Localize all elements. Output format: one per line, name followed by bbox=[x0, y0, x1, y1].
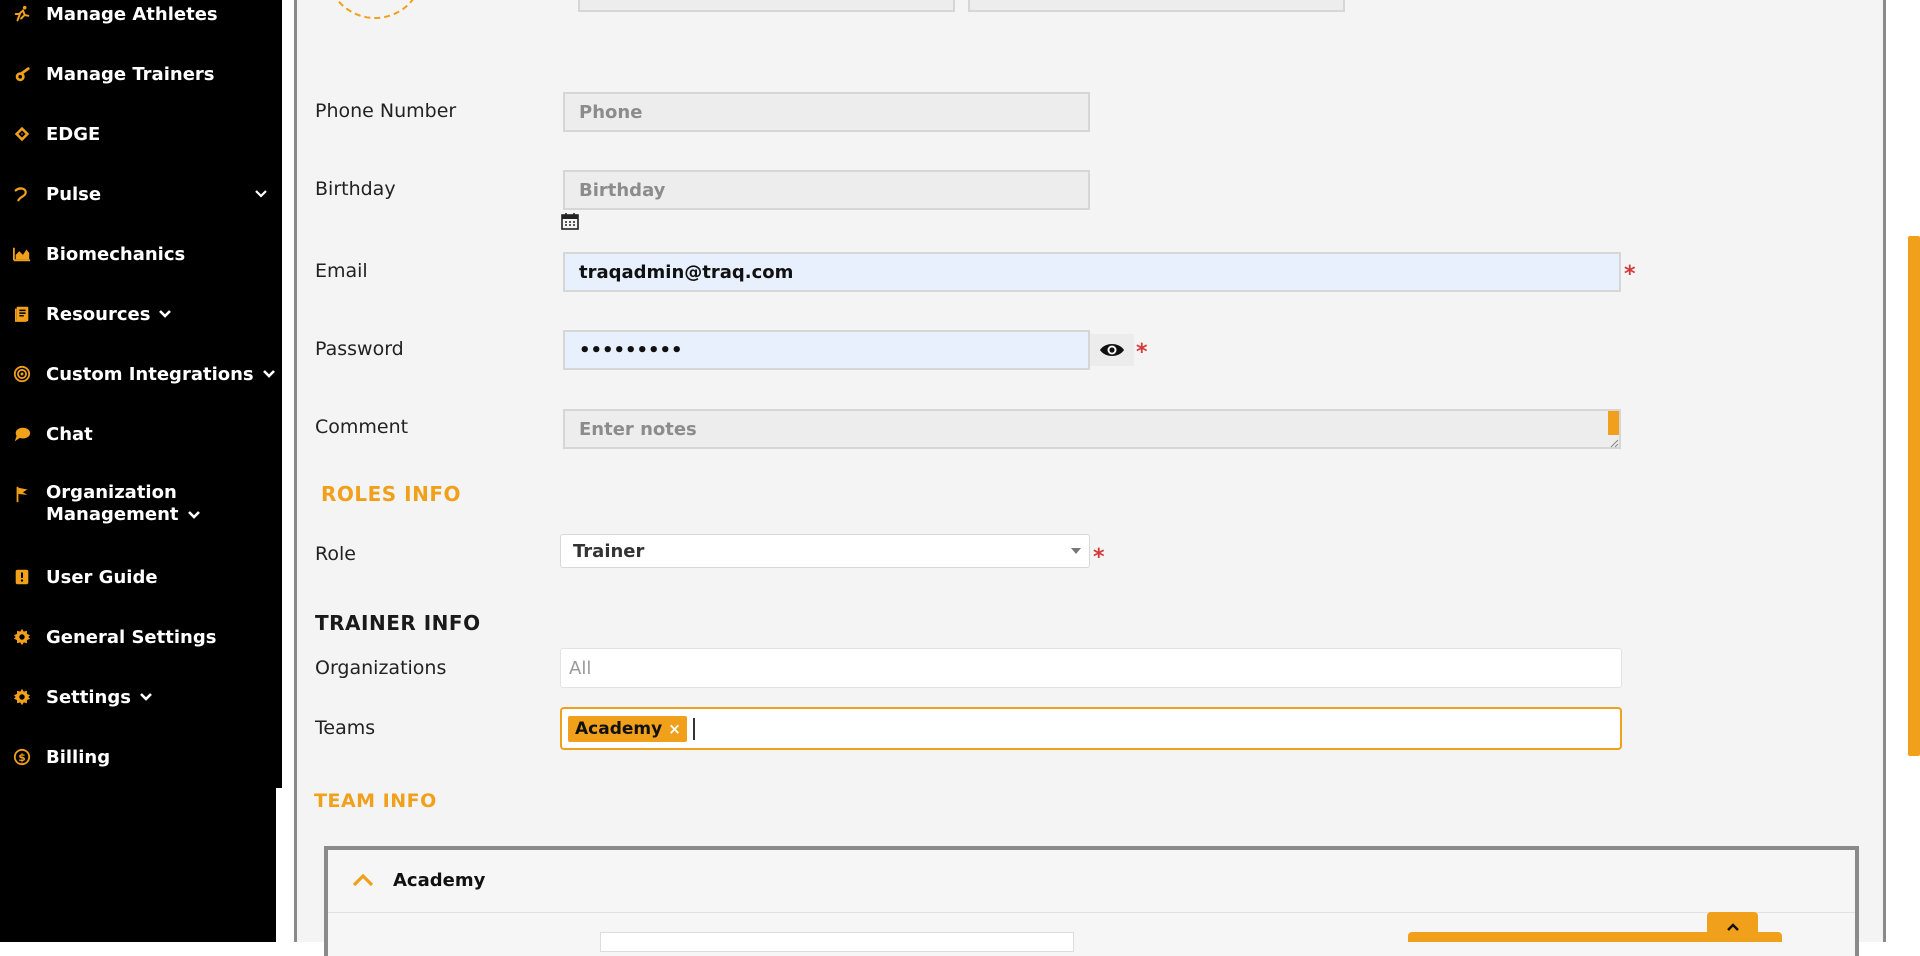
gear-icon bbox=[12, 687, 32, 707]
chevron-down-icon[interactable] bbox=[187, 508, 201, 522]
runner-icon bbox=[12, 4, 32, 24]
first-name-field[interactable] bbox=[578, 0, 955, 12]
organizations-value: All bbox=[569, 657, 592, 679]
password-label: Password bbox=[315, 338, 404, 360]
password-required-mark: * bbox=[1136, 340, 1148, 365]
sidebar-item-label: User Guide bbox=[46, 566, 158, 588]
area-chart-icon bbox=[12, 244, 32, 264]
target-icon bbox=[12, 364, 32, 384]
sidebar-item-pulse[interactable]: Pulse bbox=[0, 180, 282, 208]
organizations-label: Organizations bbox=[315, 657, 447, 679]
sidebar-item-label: Biomechanics bbox=[46, 243, 186, 265]
team-tag-label: Academy bbox=[575, 718, 663, 739]
team-accordion-title[interactable]: Academy bbox=[393, 870, 485, 891]
sidebar-item-label: Resources bbox=[46, 303, 151, 325]
sidebar-item-biomechanics[interactable]: Biomechanics bbox=[0, 240, 282, 268]
team-info-title: TEAM INFO bbox=[314, 790, 437, 812]
back-to-top-button[interactable] bbox=[1707, 912, 1758, 942]
sidebar-item-chat[interactable]: Chat bbox=[0, 420, 282, 448]
sidebar-item-edge[interactable]: EDGE bbox=[0, 120, 282, 148]
sidebar-item-label: Chat bbox=[46, 423, 93, 445]
birthday-input[interactable]: Birthday bbox=[563, 170, 1090, 210]
sidebar-item-label: Billing bbox=[46, 746, 111, 768]
dollar-coin-icon: $ bbox=[12, 747, 32, 767]
sidebar-item-label: Manage Athletes bbox=[46, 3, 218, 25]
teams-label: Teams bbox=[315, 717, 376, 739]
role-select[interactable]: Trainer bbox=[560, 534, 1090, 568]
chevron-down-icon[interactable] bbox=[158, 307, 172, 321]
email-value: traqadmin@traq.com bbox=[579, 261, 794, 283]
chevron-down-icon[interactable] bbox=[262, 367, 276, 381]
pulse-icon bbox=[12, 184, 32, 204]
gear-icon bbox=[12, 627, 32, 647]
sidebar-item-label: Manage Trainers bbox=[46, 63, 215, 85]
phone-placeholder: Phone bbox=[579, 101, 643, 123]
organizations-select[interactable]: All bbox=[560, 648, 1622, 688]
chat-bubble-icon bbox=[12, 424, 32, 444]
sidebar-item-label: Organization bbox=[46, 482, 177, 503]
sidebar-item-label: Settings bbox=[46, 686, 131, 708]
email-label: Email bbox=[315, 260, 368, 282]
sidebar-item-resources[interactable]: Resources bbox=[0, 300, 282, 328]
trainer-info-title: TRAINER INFO bbox=[315, 611, 481, 635]
remove-tag-icon[interactable]: × bbox=[668, 720, 681, 738]
comment-placeholder: Enter notes bbox=[579, 418, 697, 440]
teams-multiselect[interactable]: Academy × bbox=[560, 707, 1622, 750]
sidebar-item-organization-management[interactable]: Organization Management bbox=[0, 482, 282, 532]
birthday-placeholder: Birthday bbox=[579, 179, 666, 201]
guide-book-icon bbox=[12, 567, 32, 587]
password-value: ••••••••• bbox=[579, 339, 683, 361]
sidebar-item-manage-trainers[interactable]: Manage Trainers bbox=[0, 60, 282, 88]
sidebar-item-manage-athletes[interactable]: Manage Athletes bbox=[0, 0, 282, 28]
divider bbox=[328, 912, 1855, 913]
phone-input[interactable]: Phone bbox=[563, 92, 1090, 132]
comment-textarea[interactable]: Enter notes bbox=[563, 409, 1621, 449]
sidebar-item-label: Management bbox=[46, 504, 179, 525]
team-tag: Academy × bbox=[568, 715, 687, 742]
role-selected-value: Trainer bbox=[573, 540, 645, 562]
edge-icon bbox=[12, 124, 32, 144]
last-name-field[interactable] bbox=[968, 0, 1345, 12]
comment-label: Comment bbox=[315, 416, 409, 438]
email-required-mark: * bbox=[1624, 262, 1636, 287]
role-label: Role bbox=[315, 543, 356, 565]
show-password-eye-icon[interactable] bbox=[1090, 334, 1134, 366]
textarea-scrollbar[interactable] bbox=[1608, 411, 1619, 435]
avatar-upload-circle[interactable] bbox=[310, 0, 440, 50]
birthday-label: Birthday bbox=[315, 178, 396, 200]
text-cursor bbox=[692, 717, 695, 740]
sidebar-item-general-settings[interactable]: General Settings bbox=[0, 623, 282, 651]
sidebar-item-label: General Settings bbox=[46, 626, 217, 648]
svg-text:$: $ bbox=[18, 751, 26, 764]
chevron-up-icon[interactable] bbox=[351, 872, 375, 892]
calendar-icon[interactable] bbox=[561, 212, 579, 234]
sidebar-item-label: EDGE bbox=[46, 123, 101, 145]
team-field-input[interactable] bbox=[600, 932, 1074, 952]
flag-icon bbox=[12, 484, 32, 504]
role-required-mark: * bbox=[1093, 545, 1105, 570]
sidebar-item-settings[interactable]: Settings bbox=[0, 683, 282, 711]
sidebar: Manage Athletes Manage Trainers EDGE Pul… bbox=[0, 0, 282, 942]
sidebar-item-label: Pulse bbox=[46, 183, 102, 205]
chevron-down-icon[interactable] bbox=[139, 690, 153, 704]
book-icon bbox=[12, 304, 32, 324]
roles-info-title: ROLES INFO bbox=[321, 482, 462, 506]
sidebar-item-billing[interactable]: $ Billing bbox=[0, 743, 282, 771]
sidebar-item-label: Custom Integrations bbox=[46, 363, 254, 385]
chevron-down-icon[interactable] bbox=[254, 187, 268, 201]
sidebar-item-custom-integrations[interactable]: Custom Integrations bbox=[0, 360, 282, 388]
page-scrollbar[interactable] bbox=[1908, 236, 1920, 756]
sidebar-item-user-guide[interactable]: User Guide bbox=[0, 563, 282, 591]
dropdown-caret-icon bbox=[1071, 548, 1081, 554]
email-input[interactable]: traqadmin@traq.com bbox=[563, 252, 1621, 292]
password-input[interactable]: ••••••••• bbox=[563, 330, 1090, 370]
user-form-panel bbox=[294, 0, 1886, 942]
resize-handle-icon[interactable] bbox=[1609, 438, 1619, 448]
chevron-up-icon bbox=[1726, 923, 1739, 931]
phone-label: Phone Number bbox=[315, 100, 457, 122]
whistle-icon bbox=[12, 64, 32, 84]
